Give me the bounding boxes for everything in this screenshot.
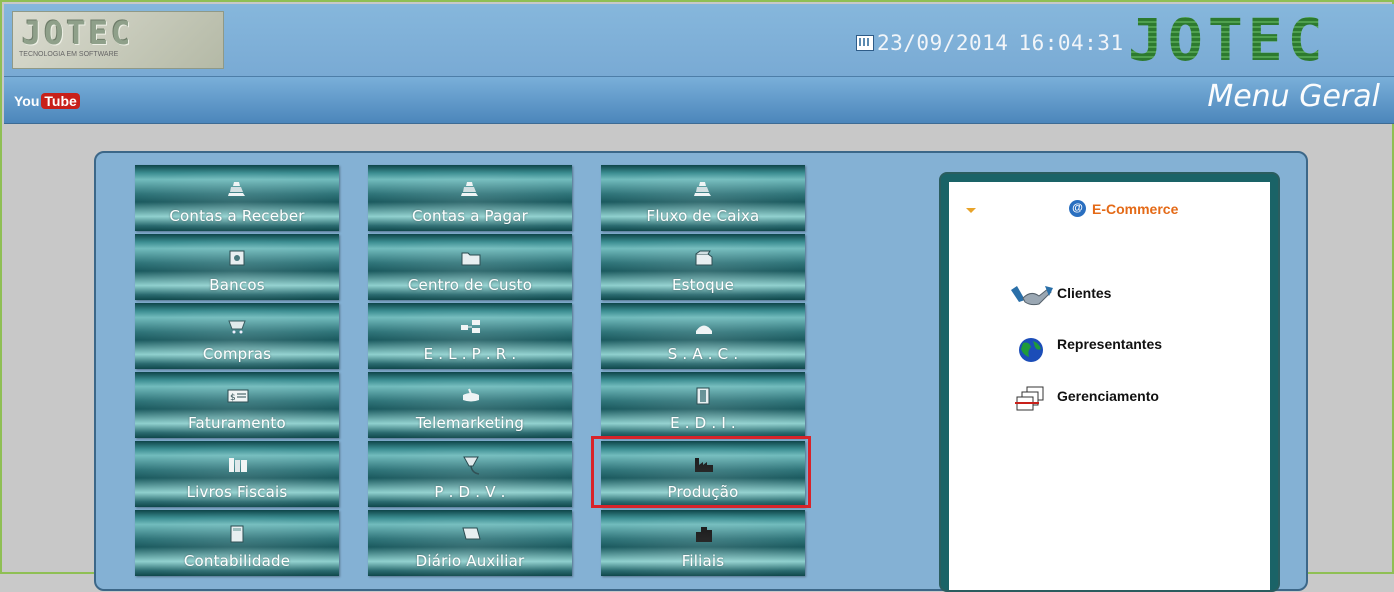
ecommerce-item-representantes[interactable]: Representantes	[1009, 333, 1162, 363]
cart-icon	[227, 317, 247, 337]
ecommerce-panel: @ E-Commerce Clientes Representantes Ger…	[939, 172, 1280, 592]
menu-button-label: E . D . I .	[670, 414, 736, 432]
menu-button-producao[interactable]: Produção	[601, 441, 805, 507]
menu-button-diario-auxiliar[interactable]: Diário Auxiliar	[368, 510, 572, 576]
ecommerce-panel-body: @ E-Commerce Clientes Representantes Ger…	[949, 182, 1270, 590]
box-icon	[693, 248, 713, 268]
menu-button-label: P . D . V .	[434, 483, 506, 501]
time-text: 16:04:31	[1018, 31, 1124, 55]
youtube-you: You	[14, 93, 40, 109]
date-text: 23/09/2014	[877, 31, 1009, 55]
menu-button-compras[interactable]: Compras	[135, 303, 339, 369]
network-icon	[460, 317, 480, 337]
invoice-icon: $	[227, 386, 249, 406]
globe-icon	[1009, 333, 1053, 363]
ecommerce-item-label: Representantes	[1057, 336, 1163, 352]
ecommerce-item-clientes[interactable]: Clientes	[1009, 282, 1111, 312]
menu-button-contas-a-pagar[interactable]: Contas a Pagar	[368, 165, 572, 231]
menu-button-label: Bancos	[209, 276, 265, 294]
folder-icon	[460, 248, 481, 268]
menu-button-label: Contas a Pagar	[411, 207, 529, 225]
calculator-icon	[227, 524, 247, 544]
menu-button-livros-fiscais[interactable]: Livros Fiscais	[135, 441, 339, 507]
menu-button-label: E . L . P . R .	[423, 345, 517, 363]
handshake-icon	[1009, 282, 1053, 312]
books-icon	[227, 455, 247, 475]
menu-button-label: Fluxo de Caixa	[646, 207, 760, 225]
menu-button-label: Contabilidade	[183, 552, 291, 570]
menu-button-label: Livros Fiscais	[186, 483, 288, 501]
register-icon	[227, 179, 247, 199]
factory-icon	[693, 455, 713, 475]
menu-button-label: Contas a Receber	[169, 207, 305, 225]
ecommerce-title: E-Commerce	[1092, 200, 1179, 217]
menu-button-contas-a-receber[interactable]: Contas a Receber	[135, 165, 339, 231]
telephone-icon	[460, 386, 480, 406]
phone-icon	[693, 317, 713, 337]
menu-button-filiais[interactable]: Filiais	[601, 510, 805, 576]
svg-text:$: $	[230, 393, 236, 403]
register-icon	[693, 179, 713, 199]
windows-icon	[1009, 385, 1053, 415]
menu-button-label: Diário Auxiliar	[415, 552, 525, 570]
top-header: JOTEC TECNOLOGIA EM SOFTWARE 23/09/2014 1…	[4, 4, 1394, 77]
menu-button-centro-de-custo[interactable]: Centro de Custo	[368, 234, 572, 300]
brand-logo: JOTEC	[1128, 6, 1328, 74]
menu-button-edi[interactable]: E . D . I .	[601, 372, 805, 438]
menu-button-label: Centro de Custo	[407, 276, 533, 294]
menu-button-sac[interactable]: S . A . C .	[601, 303, 805, 369]
datetime-display: 23/09/2014 16:04:31	[856, 31, 1134, 55]
ecommerce-item-gerenciamento[interactable]: Gerenciamento	[1009, 385, 1159, 415]
ecommerce-header: @ E-Commerce	[1069, 200, 1178, 217]
sub-header: You Tube Menu Geral	[4, 77, 1394, 124]
menu-button-fluxo-de-caixa[interactable]: Fluxo de Caixa	[601, 165, 805, 231]
menu-button-label: S . A . C .	[667, 345, 739, 363]
menu-button-telemarketing[interactable]: Telemarketing	[368, 372, 572, 438]
youtube-tube: Tube	[41, 93, 80, 109]
collapse-caret-icon[interactable]	[966, 208, 976, 213]
menu-button-label: Faturamento	[188, 414, 286, 432]
menu-button-label: Filiais	[681, 552, 725, 570]
at-icon: @	[1069, 200, 1086, 217]
safe-icon	[227, 248, 247, 268]
logo-tagline: TECNOLOGIA EM SOFTWARE	[19, 51, 119, 58]
menu-button-label: Telemarketing	[415, 414, 525, 432]
register-icon	[460, 179, 480, 199]
jotec-logo: JOTEC TECNOLOGIA EM SOFTWARE	[12, 11, 224, 69]
menu-button-faturamento[interactable]: $ Faturamento	[135, 372, 339, 438]
logo-text: JOTEC	[22, 14, 134, 52]
calendar-icon	[856, 35, 874, 51]
buildings-icon	[693, 524, 713, 544]
ecommerce-item-label: Gerenciamento	[1057, 388, 1159, 404]
menu-button-bancos[interactable]: Bancos	[135, 234, 339, 300]
youtube-link[interactable]: You Tube	[14, 93, 80, 109]
ecommerce-item-label: Clientes	[1057, 285, 1112, 301]
page-title: Menu Geral	[1207, 79, 1380, 114]
film-icon	[693, 386, 713, 406]
menu-button-label: Produção	[667, 483, 739, 501]
scanner-icon	[460, 455, 480, 475]
menu-button-label: Estoque	[671, 276, 734, 294]
menu-button-contabilidade[interactable]: Contabilidade	[135, 510, 339, 576]
book-icon	[460, 524, 481, 544]
menu-button-elpr[interactable]: E . L . P . R .	[368, 303, 572, 369]
menu-button-pdv[interactable]: P . D . V .	[368, 441, 572, 507]
menu-button-label: Compras	[202, 345, 272, 363]
menu-button-estoque[interactable]: Estoque	[601, 234, 805, 300]
app-window: JOTEC TECNOLOGIA EM SOFTWARE 23/09/2014 1…	[0, 0, 1394, 592]
